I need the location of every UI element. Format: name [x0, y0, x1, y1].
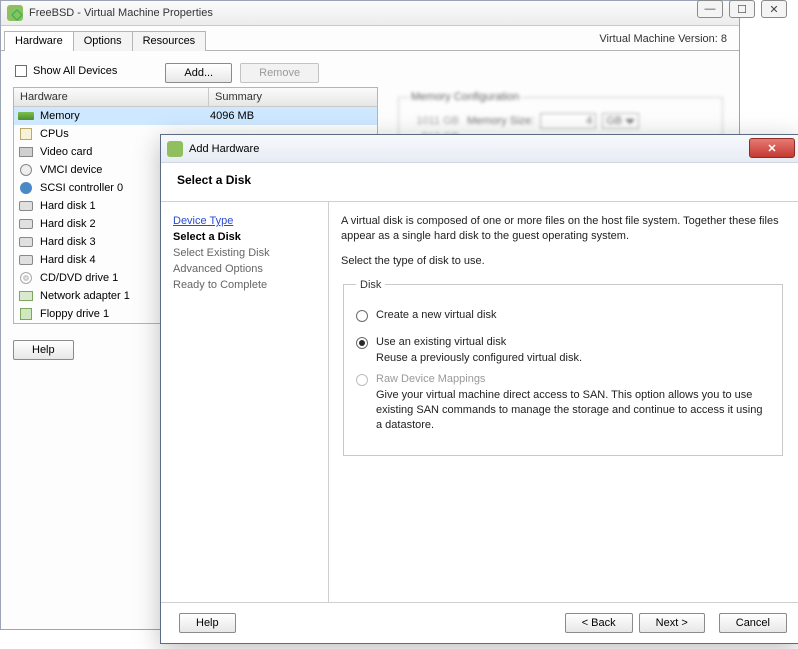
wizard-header: Select a Disk	[161, 163, 798, 202]
wizard-steps: Device Type Select a Disk Select Existin…	[161, 202, 329, 602]
hd-icon	[18, 253, 34, 267]
help-button[interactable]: Help	[179, 613, 236, 633]
intro-text-2: Select the type of disk to use.	[341, 254, 785, 269]
option-raw-device-mappings: Raw Device Mappings	[356, 373, 770, 386]
vmware-icon	[7, 5, 23, 21]
disk-type-group: Disk Create a new virtual disk Use an ex…	[343, 279, 783, 456]
window-titlebar[interactable]: FreeBSD - Virtual Machine Properties — ☐…	[1, 1, 739, 26]
tab-resources[interactable]: Resources	[132, 31, 207, 51]
vmci-icon	[18, 163, 34, 177]
tab-bar: Hardware Options Resources Virtual Machi…	[1, 30, 739, 51]
help-button-parent[interactable]: Help	[13, 340, 74, 360]
radio-icon	[356, 337, 368, 349]
modal-close-button[interactable]: ✕	[749, 138, 795, 158]
tab-options[interactable]: Options	[73, 31, 133, 51]
vid-icon	[18, 145, 34, 159]
step-advanced-options: Advanced Options	[173, 262, 316, 276]
step-ready-to-complete: Ready to Complete	[173, 278, 316, 292]
wizard-step-title: Select a Disk	[177, 173, 783, 187]
option-use-existing-disk[interactable]: Use an existing virtual disk	[356, 336, 770, 349]
tab-hardware[interactable]: Hardware	[4, 31, 74, 51]
option-rdm-desc: Give your virtual machine direct access …	[376, 388, 770, 433]
hd-icon	[18, 217, 34, 231]
step-select-a-disk[interactable]: Select a Disk	[173, 230, 316, 244]
hardware-name: Memory	[40, 110, 210, 122]
option-use-existing-desc: Reuse a previously configured virtual di…	[376, 351, 770, 366]
minimize-button[interactable]: —	[697, 0, 723, 18]
memory-size-input[interactable]: 4	[540, 113, 596, 129]
flop-icon	[18, 307, 34, 321]
back-button[interactable]: < Back	[565, 613, 633, 633]
add-hardware-wizard: Add Hardware ✕ Select a Disk Device Type…	[160, 134, 798, 644]
cpu-icon	[18, 127, 34, 141]
show-all-devices-checkbox[interactable]: Show All Devices	[15, 65, 117, 77]
cancel-button[interactable]: Cancel	[719, 613, 787, 633]
net-icon	[18, 289, 34, 303]
mem-icon	[18, 109, 34, 123]
option-create-new-disk[interactable]: Create a new virtual disk	[356, 309, 770, 322]
memory-group-label: Memory Configuration	[409, 91, 521, 103]
modal-title: Add Hardware	[189, 143, 259, 155]
column-header-hardware[interactable]: Hardware	[14, 88, 209, 106]
vmware-icon	[167, 141, 183, 157]
radio-icon	[356, 310, 368, 322]
step-select-existing-disk: Select Existing Disk	[173, 246, 316, 260]
cd-icon	[18, 271, 34, 285]
wizard-footer: Help < Back Next > Cancel	[161, 602, 798, 643]
window-title: FreeBSD - Virtual Machine Properties	[29, 7, 213, 19]
chevron-down-icon	[625, 119, 635, 124]
show-all-devices-label: Show All Devices	[33, 65, 117, 77]
remove-button: Remove	[240, 63, 319, 83]
hardware-summary: 4096 MB	[210, 110, 254, 122]
add-button[interactable]: Add...	[165, 63, 232, 83]
radio-icon	[356, 374, 368, 386]
maximize-button[interactable]: ☐	[729, 0, 755, 18]
memory-size-label: Memory Size:	[467, 115, 534, 127]
close-button[interactable]: ✕	[761, 0, 787, 18]
intro-text-1: A virtual disk is composed of one or mor…	[341, 214, 785, 244]
vm-version-label: Virtual Machine Version: 8	[599, 33, 727, 45]
step-device-type[interactable]: Device Type	[173, 214, 316, 228]
table-row[interactable]: Memory4096 MB	[14, 107, 377, 125]
disk-group-label: Disk	[356, 279, 385, 291]
column-header-summary[interactable]: Summary	[209, 88, 377, 106]
scsi-icon	[18, 181, 34, 195]
checkbox-icon	[15, 65, 27, 77]
hd-icon	[18, 235, 34, 249]
hd-icon	[18, 199, 34, 213]
next-button[interactable]: Next >	[639, 613, 705, 633]
memory-unit-select[interactable]: GB	[602, 113, 639, 129]
wizard-content: A virtual disk is composed of one or mor…	[329, 202, 798, 602]
modal-titlebar[interactable]: Add Hardware ✕	[161, 135, 798, 163]
